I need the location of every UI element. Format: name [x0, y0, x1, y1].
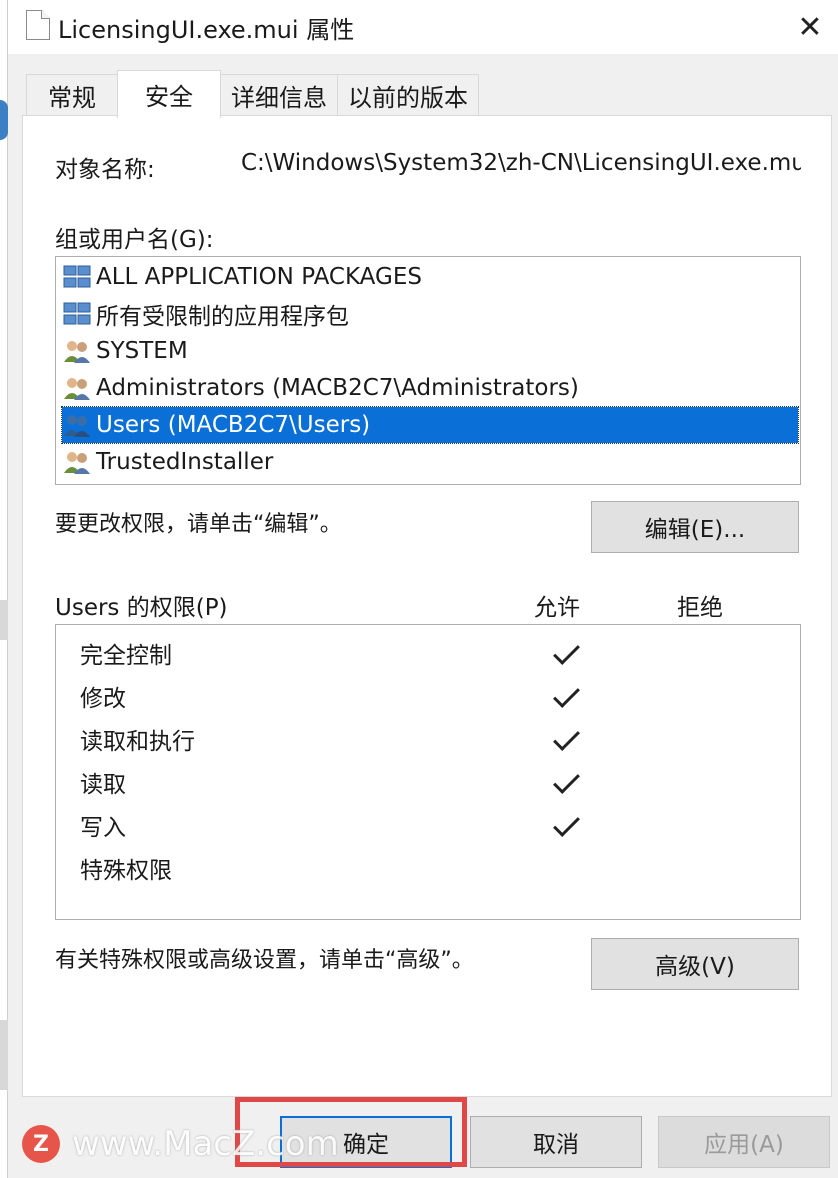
permission-row: 修改 — [80, 678, 126, 714]
allow-check-icon — [550, 811, 580, 841]
users-icon — [64, 452, 90, 474]
package-group-icon — [63, 302, 91, 325]
advanced-hint: 有关特殊权限或高级设置，请单击“高级”。 — [55, 948, 474, 973]
list-item-administrators[interactable]: Administrators (MACB2C7\Administrators) — [62, 370, 798, 406]
edit-button[interactable]: 编辑(E)... — [591, 501, 799, 553]
list-item-users[interactable]: Users (MACB2C7\Users) — [61, 406, 799, 444]
users-icon — [64, 378, 90, 400]
users-icon — [64, 341, 90, 363]
group-name: SYSTEM — [96, 338, 188, 364]
permission-name: 修改 — [80, 686, 126, 712]
edit-hint: 要更改权限，请单击“编辑”。 — [55, 512, 342, 537]
group-name: Users (MACB2C7\Users) — [96, 412, 371, 438]
title-bar[interactable]: LicensingUI.exe.mui 属性 ✕ — [8, 0, 838, 54]
group-name: TrustedInstaller — [96, 449, 274, 475]
allow-check-icon — [550, 682, 580, 712]
list-item-all-application-packages[interactable]: ALL APPLICATION PACKAGES — [62, 259, 798, 295]
deny-column-header: 拒绝 — [677, 595, 723, 621]
background-window-edge — [0, 0, 8, 1178]
security-panel: 对象名称: C:\Windows\System32\zh-CN\Licensin… — [22, 115, 832, 1097]
macz-logo-icon: Z — [22, 1125, 60, 1163]
permission-row: 特殊权限 — [80, 850, 172, 886]
advanced-button[interactable]: 高级(V) — [591, 938, 799, 990]
users-icon — [64, 415, 90, 437]
permission-row: 完全控制 — [80, 635, 172, 671]
permission-name: 特殊权限 — [80, 858, 172, 884]
allow-check-icon — [550, 768, 580, 798]
permission-row: 读取和执行 — [80, 721, 195, 757]
permission-name: 读取和执行 — [80, 729, 195, 755]
cancel-button[interactable]: 取消 — [470, 1116, 642, 1168]
group-name: 所有受限制的应用程序包 — [96, 304, 349, 330]
object-name-label: 对象名称: — [55, 157, 155, 183]
allow-column-header: 允许 — [534, 595, 580, 621]
apply-button[interactable]: 应用(A) — [658, 1116, 830, 1168]
groups-label: 组或用户名(G): — [55, 227, 214, 253]
list-item-trustedinstaller[interactable]: TrustedInstaller — [62, 444, 798, 480]
allow-check-icon — [550, 639, 580, 669]
close-button[interactable]: ✕ — [782, 0, 838, 54]
permission-row: 写入 — [80, 807, 126, 843]
permission-name: 读取 — [80, 772, 126, 798]
tab-security[interactable]: 安全 — [117, 70, 221, 118]
package-group-icon — [63, 265, 91, 288]
tab-previous-versions[interactable]: 以前的版本 — [337, 74, 479, 116]
watermark: Z www.MacZ.com — [22, 1124, 339, 1164]
background-window-block — [0, 600, 8, 640]
close-icon: ✕ — [797, 9, 823, 45]
permissions-list: 完全控制 修改 读取和执行 读取 写入 特殊权限 — [55, 624, 801, 920]
permission-name: 完全控制 — [80, 643, 172, 669]
permission-name: 写入 — [80, 815, 126, 841]
background-window-block — [0, 1020, 8, 1090]
permission-row: 读取 — [80, 764, 126, 800]
permissions-label: Users 的权限(P) — [55, 595, 228, 621]
list-item-restricted-packages[interactable]: 所有受限制的应用程序包 — [62, 296, 798, 332]
groups-listbox[interactable]: ALL APPLICATION PACKAGES 所有受限制的应用程序包 SYS… — [55, 256, 801, 485]
object-name-value: C:\Windows\System32\zh-CN\LicensingUI.ex… — [241, 150, 801, 176]
tab-details[interactable]: 详细信息 — [220, 74, 338, 116]
group-name: ALL APPLICATION PACKAGES — [96, 264, 422, 290]
watermark-text: www.MacZ.com — [72, 1124, 339, 1164]
file-icon — [26, 10, 50, 40]
tab-general[interactable]: 常规 — [26, 74, 118, 116]
allow-check-icon — [550, 725, 580, 755]
list-item-system[interactable]: SYSTEM — [62, 333, 798, 369]
window-title: LicensingUI.exe.mui 属性 — [58, 16, 355, 44]
group-name: Administrators (MACB2C7\Administrators) — [96, 375, 579, 401]
background-window-accent — [0, 100, 8, 140]
